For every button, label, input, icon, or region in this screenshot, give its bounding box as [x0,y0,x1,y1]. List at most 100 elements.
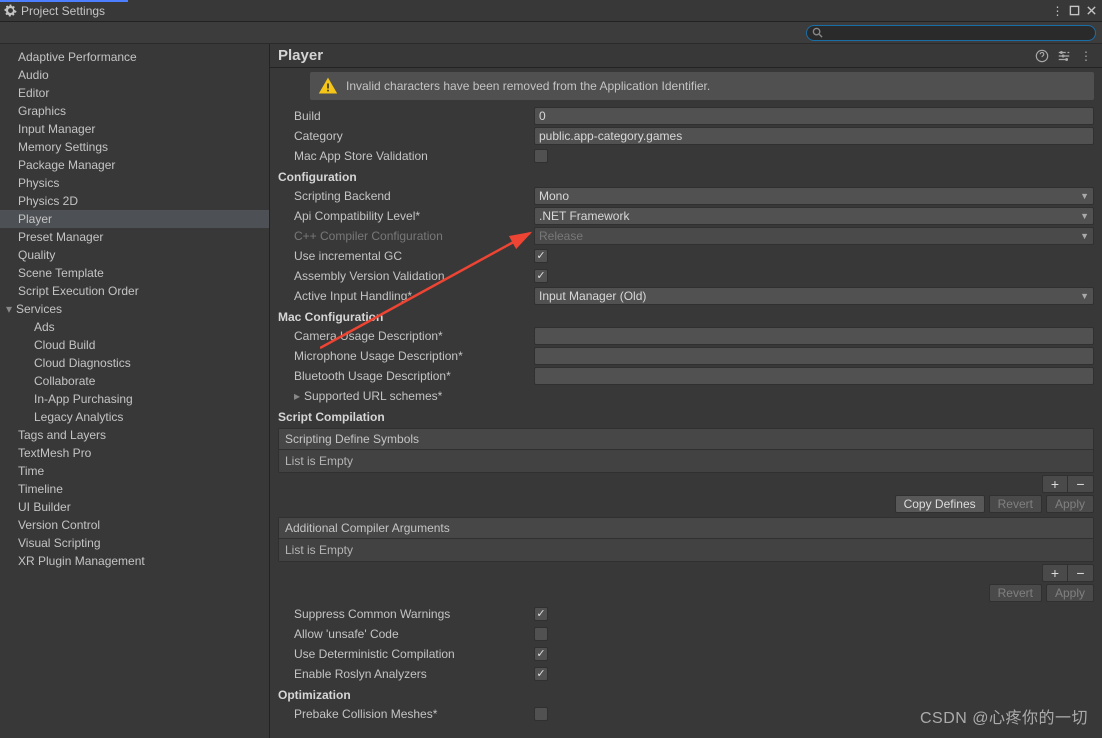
url-schemes-foldout[interactable]: ▸Supported URL schemes* [278,386,1094,406]
sidebar-item-version-control[interactable]: Version Control [0,516,269,534]
revert-args-button: Revert [989,584,1042,602]
deterministic-label: Use Deterministic Compilation [278,647,534,661]
sidebar-item-memory-settings[interactable]: Memory Settings [0,138,269,156]
incremental-gc-checkbox[interactable]: ✓ [534,249,548,263]
unsafe-checkbox[interactable] [534,627,548,641]
sidebar-item-package-manager[interactable]: Package Manager [0,156,269,174]
roslyn-checkbox[interactable]: ✓ [534,667,548,681]
copy-defines-button[interactable]: Copy Defines [895,495,985,513]
content-panel: Invalid characters have been removed fro… [270,68,1102,738]
sidebar-item-physics[interactable]: Physics [0,174,269,192]
compiler-args-empty: List is Empty [279,539,1093,561]
sidebar-item-xr-plugin-management[interactable]: XR Plugin Management [0,552,269,570]
triangle-right-icon: ▸ [294,389,304,403]
apply-defines-button: Apply [1046,495,1094,513]
gear-icon [4,4,17,17]
input-handling-label: Active Input Handling* [278,289,534,303]
sidebar-item-legacy-analytics[interactable]: Legacy Analytics [0,408,269,426]
sidebar-item-textmesh-pro[interactable]: TextMesh Pro [0,444,269,462]
remove-define-button[interactable]: − [1068,475,1094,493]
configuration-header: Configuration [278,166,1094,186]
api-compat-label: Api Compatibility Level* [278,209,534,223]
sidebar-item-time[interactable]: Time [0,462,269,480]
define-symbols-header: Scripting Define Symbols [279,429,1093,450]
bluetooth-desc-input[interactable] [534,367,1094,385]
triangle-down-icon: ▾ [6,301,16,317]
sidebar-item-audio[interactable]: Audio [0,66,269,84]
search-bar [0,22,1102,44]
more-icon[interactable]: ⋮ [1078,48,1094,64]
unsafe-label: Allow 'unsafe' Code [278,627,534,641]
camera-desc-input[interactable] [534,327,1094,345]
sidebar-item-player[interactable]: Player [0,210,269,228]
mac-config-header: Mac Configuration [278,306,1094,326]
bluetooth-desc-label: Bluetooth Usage Description* [278,369,534,383]
camera-desc-label: Camera Usage Description* [278,329,534,343]
sidebar-item-quality[interactable]: Quality [0,246,269,264]
incremental-gc-label: Use incremental GC [278,249,534,263]
suppress-warn-checkbox[interactable]: ✓ [534,607,548,621]
build-label: Build [278,109,534,123]
sidebar-item-cloud-diagnostics[interactable]: Cloud Diagnostics [0,354,269,372]
sidebar-item-in-app-purchasing[interactable]: In-App Purchasing [0,390,269,408]
script-compilation-header: Script Compilation [278,406,1094,426]
sidebar-item-script-execution-order[interactable]: Script Execution Order [0,282,269,300]
sidebar-item-graphics[interactable]: Graphics [0,102,269,120]
scripting-backend-dropdown[interactable]: Mono▼ [534,187,1094,205]
search-icon [812,27,823,38]
mac-validation-label: Mac App Store Validation [278,149,534,163]
sidebar-item-preset-manager[interactable]: Preset Manager [0,228,269,246]
compiler-args-header: Additional Compiler Arguments [279,518,1093,539]
scripting-backend-label: Scripting Backend [278,189,534,203]
category-label: Category [278,129,534,143]
add-define-button[interactable]: + [1042,475,1068,493]
sidebar-item-adaptive-performance[interactable]: Adaptive Performance [0,48,269,66]
prebake-checkbox[interactable] [534,707,548,721]
page-title: Player [278,47,1028,64]
close-icon[interactable] [1085,4,1098,17]
sidebar-item-ads[interactable]: Ads [0,318,269,336]
mac-validation-checkbox[interactable] [534,149,548,163]
api-compat-dropdown[interactable]: .NET Framework▼ [534,207,1094,225]
roslyn-label: Enable Roslyn Analyzers [278,667,534,681]
sidebar-item-physics-2d[interactable]: Physics 2D [0,192,269,210]
menu-dots-icon[interactable]: ⋮ [1051,4,1064,17]
deterministic-checkbox[interactable]: ✓ [534,647,548,661]
remove-arg-button[interactable]: − [1068,564,1094,582]
mic-desc-label: Microphone Usage Description* [278,349,534,363]
main-header: Player ⋮ [270,44,1102,68]
input-handling-dropdown[interactable]: Input Manager (Old)▼ [534,287,1094,305]
titlebar: Project Settings ⋮ [0,0,1102,22]
sidebar-item-editor[interactable]: Editor [0,84,269,102]
chevron-down-icon: ▼ [1080,291,1089,301]
chevron-down-icon: ▼ [1080,211,1089,221]
asm-validation-checkbox[interactable]: ✓ [534,269,548,283]
sidebar-item-timeline[interactable]: Timeline [0,480,269,498]
revert-defines-button: Revert [989,495,1042,513]
mic-desc-input[interactable] [534,347,1094,365]
apply-args-button: Apply [1046,584,1094,602]
search-input[interactable] [806,25,1096,41]
sidebar-item-ui-builder[interactable]: UI Builder [0,498,269,516]
sidebar-item-cloud-build[interactable]: Cloud Build [0,336,269,354]
sidebar-item-scene-template[interactable]: Scene Template [0,264,269,282]
help-icon[interactable] [1034,48,1050,64]
add-arg-button[interactable]: + [1042,564,1068,582]
chevron-down-icon: ▼ [1080,191,1089,201]
window-title: Project Settings [21,4,105,18]
sidebar-item-collaborate[interactable]: Collaborate [0,372,269,390]
build-input[interactable] [534,107,1094,125]
settings-toggle-icon[interactable] [1056,48,1072,64]
warning-text: Invalid characters have been removed fro… [346,79,710,93]
sidebar-item-input-manager[interactable]: Input Manager [0,120,269,138]
category-input[interactable] [534,127,1094,145]
optimization-header: Optimization [278,684,1094,704]
asm-validation-label: Assembly Version Validation [278,269,534,283]
warning-box: Invalid characters have been removed fro… [310,72,1094,100]
define-symbols-list: Scripting Define Symbols List is Empty [278,428,1094,473]
sidebar-item-visual-scripting[interactable]: Visual Scripting [0,534,269,552]
maximize-icon[interactable] [1068,4,1081,17]
sidebar-item-tags-and-layers[interactable]: Tags and Layers [0,426,269,444]
define-symbols-empty: List is Empty [279,450,1093,472]
sidebar-item-services[interactable]: ▾Services [0,300,269,318]
